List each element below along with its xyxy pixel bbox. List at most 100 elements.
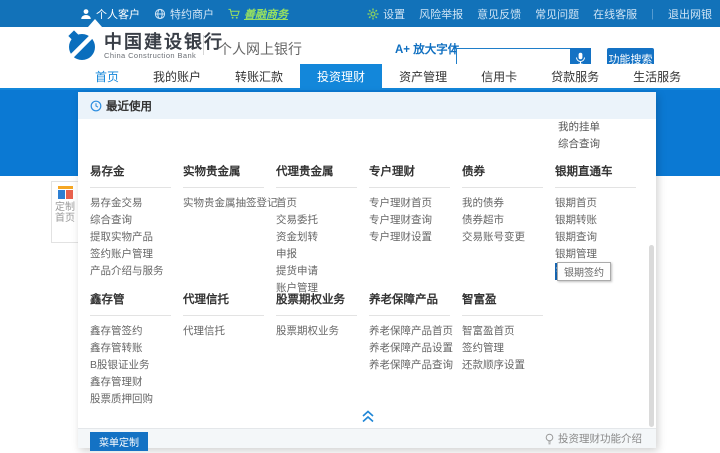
menu-item-label: 养老保障产品查询 (369, 357, 453, 374)
menu-item-label: 交易账号变更 (462, 229, 525, 246)
menu-item[interactable]: 银期首页 (555, 195, 648, 212)
menu-section-title: 银期直通车 (555, 164, 636, 188)
divider (203, 35, 204, 55)
nav-tab-首页[interactable]: 首页 (78, 64, 136, 90)
menu-item[interactable]: 综合查询 (90, 212, 183, 229)
menu-section: 养老保障产品养老保障产品首页养老保障产品设置养老保障产品查询 (369, 292, 462, 408)
nav-tab-转账汇款[interactable]: 转账汇款 (218, 64, 300, 90)
menu-section: 智富盈智富盈首页签约管理还款顺序设置 (462, 292, 555, 408)
menu-item[interactable]: 银期管理 (555, 246, 648, 263)
menu-item[interactable]: 申报 (276, 246, 369, 263)
topbar-item[interactable]: 退出网银 (668, 6, 712, 22)
menu-item[interactable]: 签约账户管理 (90, 246, 183, 263)
topbar-item-label: 特约商户 (170, 6, 214, 22)
menu-item[interactable]: 我的挂单 (558, 119, 600, 136)
nav-tab-投资理财[interactable]: 投资理财 (300, 64, 382, 90)
menu-item[interactable]: 资金划转 (276, 229, 369, 246)
bulb-icon (544, 433, 555, 445)
menu-item[interactable]: 银期转账 (555, 212, 648, 229)
font-zoom-link[interactable]: A+ 放大字体 (395, 41, 459, 57)
menu-item[interactable]: 易存金交易 (90, 195, 183, 212)
menu-item[interactable]: 债券超市 (462, 212, 555, 229)
menu-item-label: 提货申请 (276, 263, 318, 280)
menu-customize-button[interactable]: 菜单定制 (90, 432, 148, 451)
gear-icon (367, 8, 379, 20)
feature-intro-link[interactable]: 投资理财功能介绍 (544, 431, 642, 446)
menu-item[interactable]: 代理信托 (183, 323, 276, 340)
topbar-item[interactable]: 善融商务 (228, 6, 288, 22)
portal-title: 个人网上银行 (218, 39, 302, 59)
menu-item[interactable]: 专户理财首页 (369, 195, 462, 212)
topbar-item-label: 设置 (383, 6, 405, 22)
menu-item[interactable]: 交易账号变更 (462, 229, 555, 246)
topbar-item[interactable]: 特约商户 (154, 6, 214, 22)
tooltip: 银期签约 (557, 262, 611, 281)
menu-section-title: 智富盈 (462, 292, 543, 316)
menu-item[interactable]: 专户理财设置 (369, 229, 462, 246)
ccb-logo-icon (66, 30, 98, 62)
menu-item[interactable]: 提取实物产品 (90, 229, 183, 246)
menu-item[interactable]: 鑫存管签约 (90, 323, 183, 340)
panel-footer: 菜单定制 投资理财功能介绍 (78, 428, 656, 448)
menu-item[interactable]: 银期查询 (555, 229, 648, 246)
menu-item[interactable]: 智富盈首页 (462, 323, 555, 340)
menu-item[interactable]: B股银证业务 (90, 357, 183, 374)
menu-item[interactable]: 综合查询 (558, 136, 600, 153)
topbar-item-label: 在线客服 (593, 6, 637, 22)
menu-item-label: 实物贵金属抽签登记 (183, 195, 278, 212)
menu-section: 实物贵金属实物贵金属抽签登记 (183, 164, 276, 297)
menu-item-label: 代理信托 (183, 323, 225, 340)
nav-tab-生活服务[interactable]: 生活服务 (616, 64, 698, 90)
menu-section-title: 股票期权业务 (276, 292, 357, 316)
topbar-item[interactable]: 意见反馈 (477, 6, 521, 22)
nav-tab-信用卡[interactable]: 信用卡 (464, 64, 534, 90)
topbar-left: 个人客户 特约商户善融商务 (80, 6, 288, 22)
topbar-item-label: 个人客户 (96, 6, 140, 22)
recent-used-bar: 最近使用 (78, 92, 656, 119)
menu-item[interactable]: 养老保障产品查询 (369, 357, 462, 374)
menu-item[interactable]: 首页 (276, 195, 369, 212)
menu-section-title: 鑫存管 (90, 292, 171, 316)
panel-scrollbar-thumb[interactable] (649, 245, 654, 427)
menu-section-items: 专户理财首页专户理财查询专户理财设置 (369, 195, 462, 246)
menu-item[interactable]: 专户理财查询 (369, 212, 462, 229)
menu-item[interactable]: 还款顺序设置 (462, 357, 555, 374)
menu-item-label: 申报 (276, 246, 297, 263)
topbar-item[interactable]: 风险举报 (419, 6, 463, 22)
menu-item[interactable]: 交易委托 (276, 212, 369, 229)
menu-section-items: 实物贵金属抽签登记 (183, 195, 276, 212)
menu-item-label: 智富盈首页 (462, 323, 515, 340)
menu-item-label: 鑫存管转账 (90, 340, 143, 357)
menu-item[interactable]: 鑫存管转账 (90, 340, 183, 357)
nav-tab-我的账户[interactable]: 我的账户 (136, 64, 218, 90)
layout-grid-icon (58, 186, 73, 199)
menu-item[interactable]: 我的债券 (462, 195, 555, 212)
menu-item[interactable]: 实物贵金属抽签登记 (183, 195, 276, 212)
menu-section: 易存金易存金交易综合查询提取实物产品签约账户管理产品介绍与服务 (90, 164, 183, 297)
collapse-panel-icon[interactable] (361, 410, 375, 423)
menu-item[interactable]: 养老保障产品设置 (369, 340, 462, 357)
menu-item[interactable]: 签约管理 (462, 340, 555, 357)
menu-section: 代理贵金属首页交易委托资金划转申报提货申请账户管理 (276, 164, 369, 297)
bank-logo: 中国建设银行 China Construction Bank (66, 30, 224, 62)
menu-item[interactable]: 股票期权业务 (276, 323, 369, 340)
menu-item[interactable]: 提货申请 (276, 263, 369, 280)
nav-tab-贷款服务[interactable]: 贷款服务 (534, 64, 616, 90)
menu-item[interactable]: 鑫存管理财 (90, 374, 183, 391)
active-portal-notch (88, 19, 102, 27)
menu-item[interactable]: 股票质押回购 (90, 391, 183, 408)
customize-home-tab[interactable]: 定制首页 (51, 181, 78, 243)
topbar-item[interactable]: 设置 (367, 6, 405, 22)
menu-item-label: 专户理财首页 (369, 195, 432, 212)
menu-section-title: 易存金 (90, 164, 171, 188)
divider: | (651, 8, 654, 20)
nav-tab-资产管理[interactable]: 资产管理 (382, 64, 464, 90)
topbar-item[interactable]: 常见问题 (535, 6, 579, 22)
menu-item[interactable]: 产品介绍与服务 (90, 263, 183, 280)
topbar-item[interactable]: 在线客服 (593, 6, 637, 22)
menu-item[interactable]: 养老保障产品首页 (369, 323, 462, 340)
menu-section-items: 我的债券债券超市交易账号变更 (462, 195, 555, 246)
menu-item-label: 银期管理 (555, 246, 597, 263)
menu-item-label: 专户理财查询 (369, 212, 432, 229)
mega-menu-panel: 最近使用 我的挂单综合查询 易存金易存金交易综合查询提取实物产品签约账户管理产品… (78, 92, 656, 448)
